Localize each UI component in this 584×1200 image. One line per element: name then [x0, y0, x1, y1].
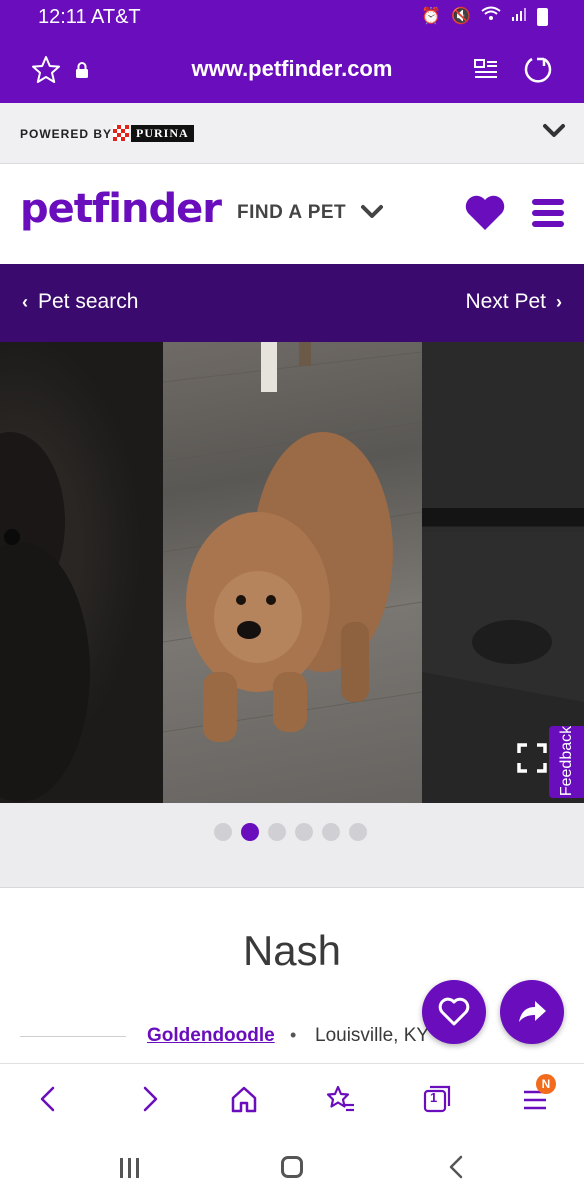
favorites-heart-icon[interactable]	[464, 194, 506, 232]
forward-arrow-icon[interactable]	[134, 1084, 164, 1114]
signal-icon	[511, 6, 527, 28]
site-header: petfinder FIND A PET	[0, 164, 584, 264]
feedback-label: Feedback	[558, 725, 575, 797]
browser-bottom-toolbar: 1 N	[0, 1063, 584, 1133]
chevron-down-icon[interactable]	[542, 123, 566, 139]
browser-top-chrome: 12:11 AT&T ⏰ 🔇 www.petfinder.com	[0, 0, 584, 103]
favorite-pet-button[interactable]	[422, 980, 486, 1044]
pet-search-back-link[interactable]: ‹ Pet search	[22, 290, 138, 314]
tab-count: 1	[430, 1090, 438, 1105]
pet-navigation-bar: ‹ Pet search Next Pet ›	[0, 264, 584, 342]
purina-wordmark: PURINA	[131, 124, 194, 142]
feedback-tab[interactable]: Feedback	[549, 726, 584, 798]
mute-icon: 🔇	[451, 8, 471, 25]
wifi-icon	[481, 6, 501, 28]
android-back-icon[interactable]	[446, 1155, 466, 1179]
alarm-icon: ⏰	[421, 8, 442, 25]
fullscreen-expand-icon[interactable]	[516, 742, 548, 774]
chevron-down-icon[interactable]	[360, 204, 384, 220]
heart-outline-icon	[438, 997, 470, 1026]
carousel-dot[interactable]	[322, 823, 340, 841]
petfinder-logo[interactable]: petfinder	[20, 186, 222, 232]
carousel-dot[interactable]	[295, 823, 313, 841]
home-icon[interactable]	[229, 1084, 259, 1114]
pet-info-section: Nash Goldendoodle • Louisville, KY	[0, 889, 584, 1063]
tabs-button[interactable]: 1	[422, 1084, 452, 1114]
pet-search-label: Pet search	[38, 290, 139, 313]
reload-icon[interactable]	[522, 54, 554, 86]
hamburger-menu-icon[interactable]	[531, 197, 565, 229]
back-arrow-icon[interactable]	[34, 1084, 64, 1114]
find-a-pet-menu[interactable]: FIND A PET	[237, 202, 346, 224]
status-time: 12:11 AT&T	[38, 6, 141, 28]
goldendoodle-photo	[163, 342, 422, 742]
chevron-right-icon: ›	[556, 292, 562, 312]
purina-checkerboard-icon	[113, 125, 129, 141]
share-pet-button[interactable]	[500, 980, 564, 1044]
carousel-dot[interactable]	[214, 823, 232, 841]
reader-mode-icon[interactable]	[472, 56, 500, 84]
carousel-dot[interactable]	[268, 823, 286, 841]
page: 12:11 AT&T ⏰ 🔇 www.petfinder.com POWERED…	[0, 0, 584, 1200]
android-home-button[interactable]	[281, 1156, 303, 1178]
carousel-dot[interactable]	[241, 823, 259, 841]
menu-notification-badge: N	[536, 1074, 556, 1094]
divider	[20, 1036, 126, 1037]
battery-icon	[537, 8, 548, 26]
photo-carousel[interactable]	[0, 342, 584, 803]
powered-by-label: POWERED BY	[20, 127, 113, 141]
url-bar[interactable]: www.petfinder.com	[0, 42, 584, 98]
bookmarks-icon[interactable]	[326, 1084, 356, 1114]
purina-logo: PURINA	[113, 124, 194, 142]
carousel-dots	[214, 823, 367, 841]
dark-dog-photo	[0, 432, 90, 802]
share-arrow-icon	[519, 1001, 546, 1022]
status-bar: 12:11 AT&T ⏰ 🔇	[0, 0, 584, 36]
main-pet-photo[interactable]	[163, 342, 422, 803]
status-icons: ⏰ 🔇	[421, 6, 548, 28]
recent-apps-icon[interactable]	[118, 1157, 142, 1179]
next-pet-label: Next Pet	[465, 290, 546, 313]
separator-bullet: •	[290, 1025, 297, 1045]
carousel-indicator-area	[0, 803, 584, 888]
pet-location: Louisville, KY	[315, 1025, 430, 1046]
next-pet-link[interactable]: Next Pet ›	[465, 290, 562, 314]
carousel-dot[interactable]	[349, 823, 367, 841]
previous-photo[interactable]	[0, 342, 163, 803]
pet-name: Nash	[242, 927, 342, 974]
android-navigation-bar	[0, 1133, 584, 1200]
powered-by-banner[interactable]: POWERED BY PURINA	[0, 103, 584, 164]
breed-link[interactable]: Goldendoodle	[147, 1025, 275, 1047]
chevron-left-icon: ‹	[22, 292, 28, 312]
